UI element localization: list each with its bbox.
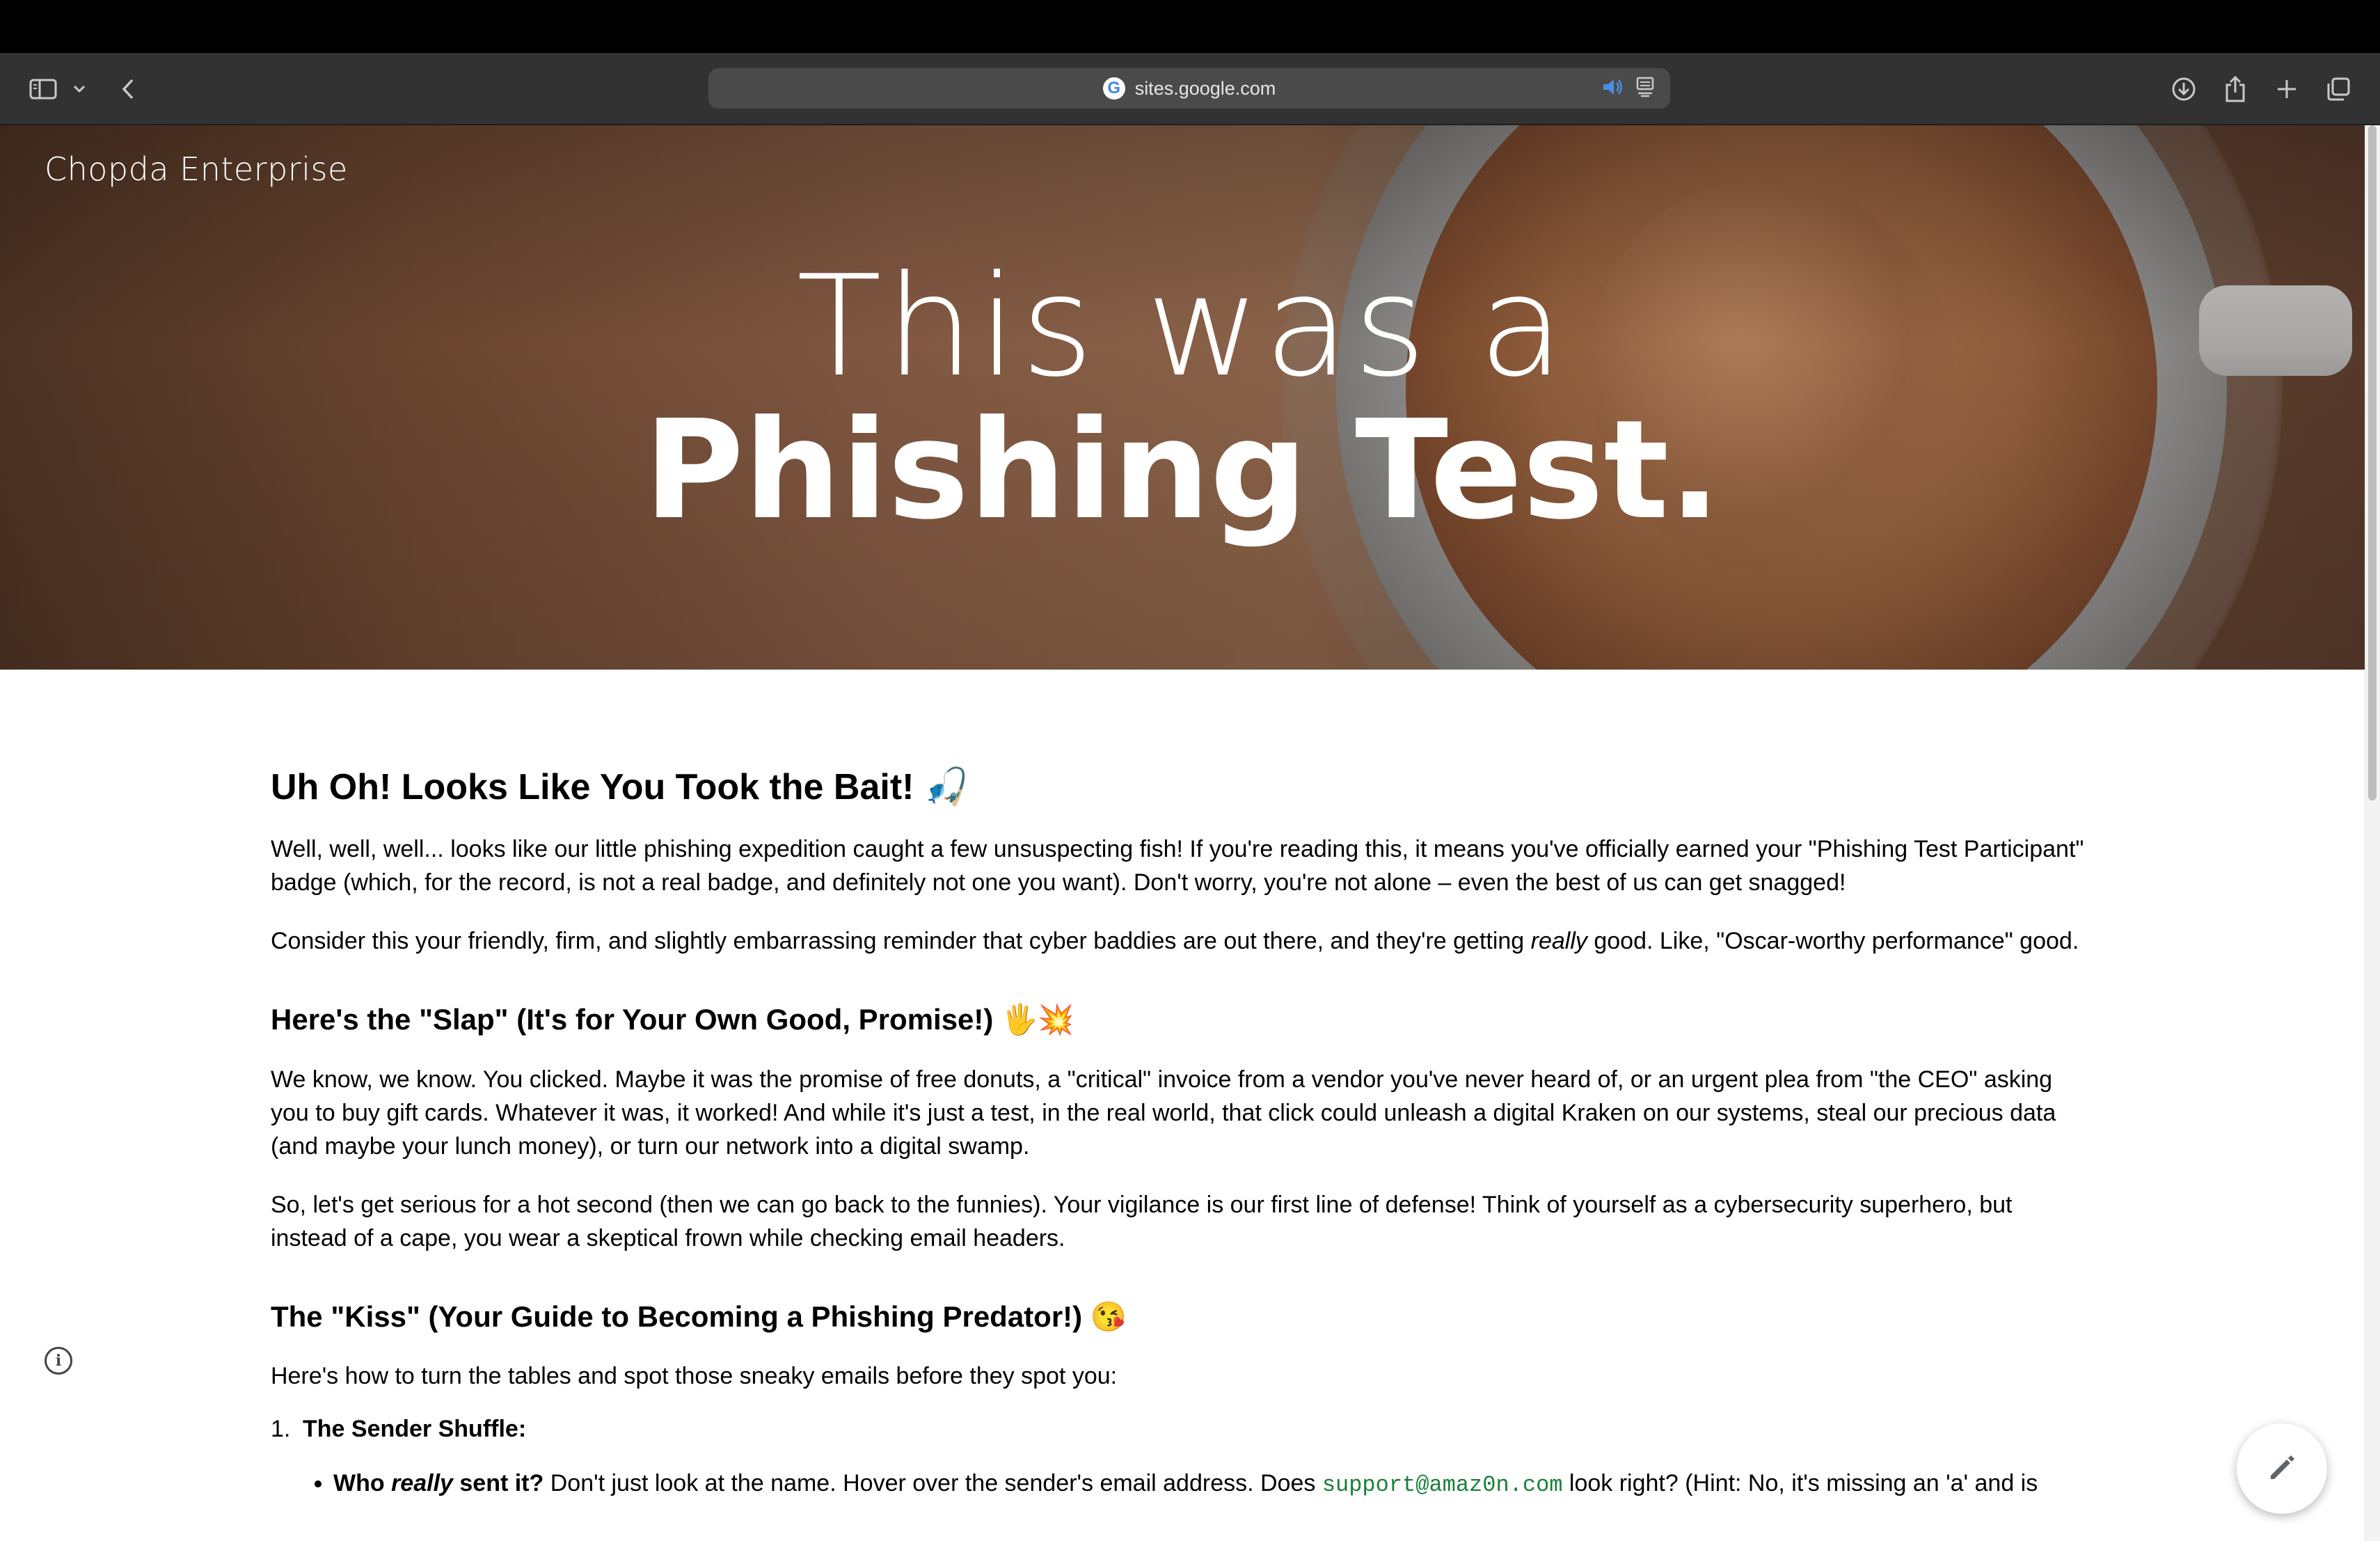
hero-banner: Chopda Enterprise This was a Phishing Te… xyxy=(0,125,2365,670)
page-scrollbar[interactable] xyxy=(2365,125,2380,1541)
sub-list-item: Who really sent it? Don't just look at t… xyxy=(333,1467,2094,1502)
sidebar-icon[interactable] xyxy=(26,70,60,109)
page-heading: Uh Oh! Looks Like You Took the Bait! 🎣 xyxy=(271,767,969,807)
hero-heading-line1: This was a xyxy=(796,246,1569,408)
code-email: support@amaz0n.com xyxy=(1322,1472,1563,1499)
chevron-down-icon[interactable] xyxy=(70,70,89,109)
kiss-paragraph-1: Here's how to turn the tables and spot t… xyxy=(271,1363,1118,1390)
address-bar[interactable]: G sites.google.com xyxy=(708,68,1670,109)
sub-bold-emphasis: really xyxy=(391,1470,453,1497)
slap-paragraph-2: So, let's get serious for a hot second (… xyxy=(271,1191,2013,1251)
sub-bold-text: Who xyxy=(333,1470,392,1497)
tips-sublist: Who really sent it? Don't just look at t… xyxy=(303,1467,2094,1502)
tips-list: 1. The Sender Shuffle: Who really sent it… xyxy=(271,1412,2094,1502)
intro-text-end: good. Like, "Oscar-worthy performance" g… xyxy=(1587,928,2079,955)
sub-bold-text-end: sent it? xyxy=(452,1470,544,1497)
back-icon[interactable] xyxy=(117,70,139,109)
browser-toolbar: G sites.google.com xyxy=(0,53,2380,125)
main-content: Uh Oh! Looks Like You Took the Bait! 🎣 W… xyxy=(271,766,2094,1502)
section-heading-slap: Here's the "Slap" (It's for Your Own Goo… xyxy=(271,1003,1074,1036)
web-page: Chopda Enterprise This was a Phishing Te… xyxy=(0,125,2380,1541)
list-item-title: The Sender Shuffle: xyxy=(303,1416,527,1443)
google-icon: G xyxy=(1102,77,1125,100)
intro-paragraph-2: Consider this your friendly, firm, and s… xyxy=(271,924,2094,958)
list-number: 1. xyxy=(271,1416,291,1443)
sub-text: Don't just look at the name. Hover over … xyxy=(544,1470,1322,1497)
emphasis-text: really xyxy=(1530,928,1587,955)
download-icon[interactable] xyxy=(2170,70,2198,109)
intro-text: Consider this your friendly, firm, and s… xyxy=(271,928,1531,955)
sub-text-end: look right? (Hint: No, it's missing an '… xyxy=(1562,1470,2038,1497)
list-item: 1. The Sender Shuffle: Who really sent it… xyxy=(271,1412,2094,1502)
site-title[interactable]: Chopda Enterprise xyxy=(45,150,348,188)
scroll-thumb[interactable] xyxy=(2368,125,2377,800)
share-icon[interactable] xyxy=(2221,70,2249,109)
speaker-icon[interactable] xyxy=(1602,77,1624,100)
hero-heading-line2: Phishing Test. xyxy=(644,391,1721,550)
section-heading-kiss: The "Kiss" (Your Guide to Becoming a Phi… xyxy=(271,1299,1127,1333)
edit-button[interactable] xyxy=(2237,1423,2327,1514)
plus-icon[interactable] xyxy=(2273,70,2301,109)
url-text: sites.google.com xyxy=(1134,77,1276,99)
system-menu-bar xyxy=(0,0,2380,53)
slap-paragraph-1: We know, we know. You clicked. Maybe it … xyxy=(271,1066,2056,1160)
reader-icon[interactable] xyxy=(1635,77,1655,101)
info-icon[interactable]: i xyxy=(45,1347,72,1375)
pencil-icon xyxy=(2265,1451,2299,1487)
tabs-icon[interactable] xyxy=(2324,70,2352,109)
intro-paragraph-1: Well, well, well... looks like our littl… xyxy=(271,836,2084,896)
